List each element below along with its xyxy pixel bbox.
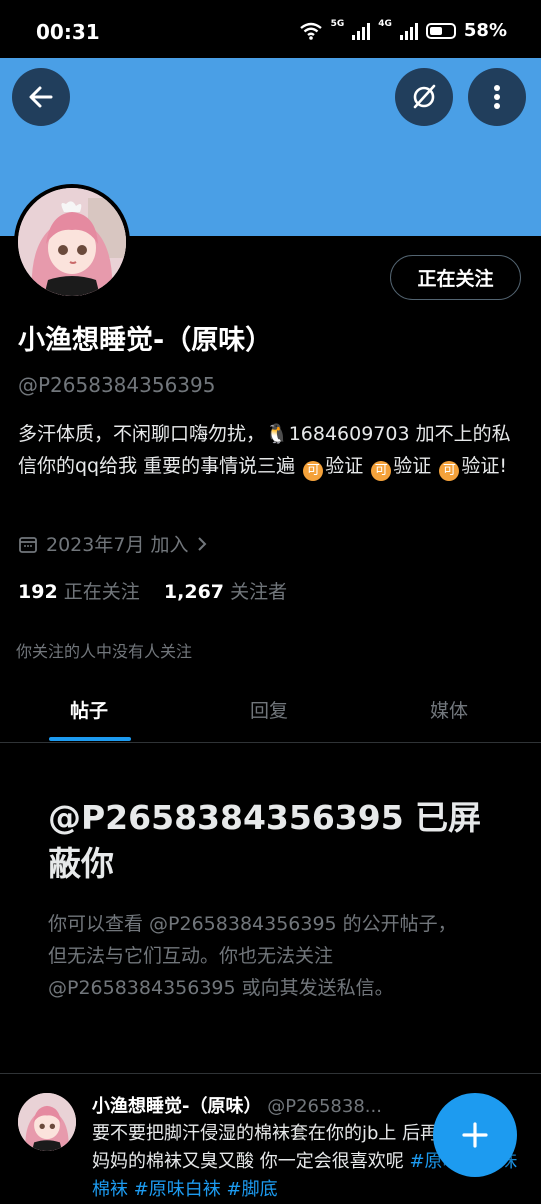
battery-percent: 58%: [463, 20, 507, 41]
tab-posts[interactable]: 帖子: [70, 696, 108, 723]
bio-verify-1: 验证: [325, 455, 364, 477]
active-tab-indicator: [49, 737, 131, 741]
followers-count: 1,267: [163, 581, 225, 603]
plus-icon: [462, 1122, 488, 1148]
tab-media[interactable]: 媒体: [430, 696, 468, 723]
avatar-illustration: [18, 188, 126, 296]
penguin-emoji: 🐧: [265, 423, 289, 445]
signal-icon-2: [399, 22, 418, 40]
battery-icon: [425, 22, 456, 39]
avatar-illustration: [18, 1093, 76, 1151]
post-author-name[interactable]: 小渔想睡觉-（原味）: [92, 1096, 261, 1117]
post-author-handle: @P265838...: [267, 1096, 382, 1117]
joined-date: 2023年7月 加入: [46, 534, 189, 556]
bio-text-1: 多汗体质，不闲聊口嗨勿扰，: [18, 423, 266, 445]
profile-name: 小渔想睡觉-（原味）: [18, 325, 273, 356]
slash-circle-icon: [413, 84, 436, 109]
status-time: 00:31: [36, 20, 100, 44]
profile-avatar[interactable]: [14, 184, 130, 300]
following-count: 192: [18, 581, 58, 603]
calendar-icon: [19, 536, 37, 553]
profile-bio: 多汗体质，不闲聊口嗨勿扰，🐧1684609703 加不上的私信你的qq给我 重要…: [18, 418, 523, 482]
network-5g-label: 5G: [330, 19, 345, 29]
coin-emoji-icon: 可: [371, 461, 392, 481]
more-vertical-icon: [494, 85, 500, 109]
back-button[interactable]: [12, 68, 70, 126]
joined-date-row[interactable]: 2023年7月 加入: [18, 530, 208, 557]
profile-handle: @P2658384356395: [18, 373, 216, 397]
following-label: 正在关注: [63, 581, 140, 603]
more-options-button[interactable]: [468, 68, 526, 126]
post-avatar[interactable]: [18, 1093, 76, 1151]
following-stat[interactable]: 192 正在关注: [18, 581, 140, 603]
status-icons: 5G 4G 58%: [299, 20, 507, 41]
blocked-description: 你可以查看 @P2658384356395 的公开帖子，但无法与它们互动。你也无…: [48, 913, 457, 999]
coin-emoji-icon: 可: [439, 461, 460, 481]
profile-tabs: 帖子 回复 媒体: [0, 680, 541, 743]
following-button[interactable]: 正在关注: [390, 255, 521, 300]
bio-verify-2: 验证: [393, 455, 432, 477]
chevron-right-icon: [198, 536, 207, 551]
coin-emoji-icon: 可: [303, 461, 324, 481]
status-bar: 00:31 5G 4G 58%: [0, 0, 541, 58]
followers-label: 关注者: [230, 581, 288, 603]
signal-icon: [352, 22, 371, 40]
arrow-left-icon: [29, 86, 53, 108]
followers-stat[interactable]: 1,267 关注者: [164, 581, 287, 603]
blocked-title: @P2658384356395 已屏蔽你: [48, 798, 482, 883]
grok-button[interactable]: [395, 68, 453, 126]
network-4g-label: 4G: [378, 19, 392, 29]
bio-verify-3: 验证!: [461, 455, 507, 477]
compose-button[interactable]: [433, 1093, 517, 1177]
tab-replies[interactable]: 回复: [250, 696, 288, 723]
wifi-icon: [299, 22, 322, 40]
divider: [0, 1073, 541, 1074]
mutual-followers-text: 你关注的人中没有人关注: [16, 642, 193, 661]
follow-stats: 192 正在关注 1,267 关注者: [18, 577, 287, 604]
